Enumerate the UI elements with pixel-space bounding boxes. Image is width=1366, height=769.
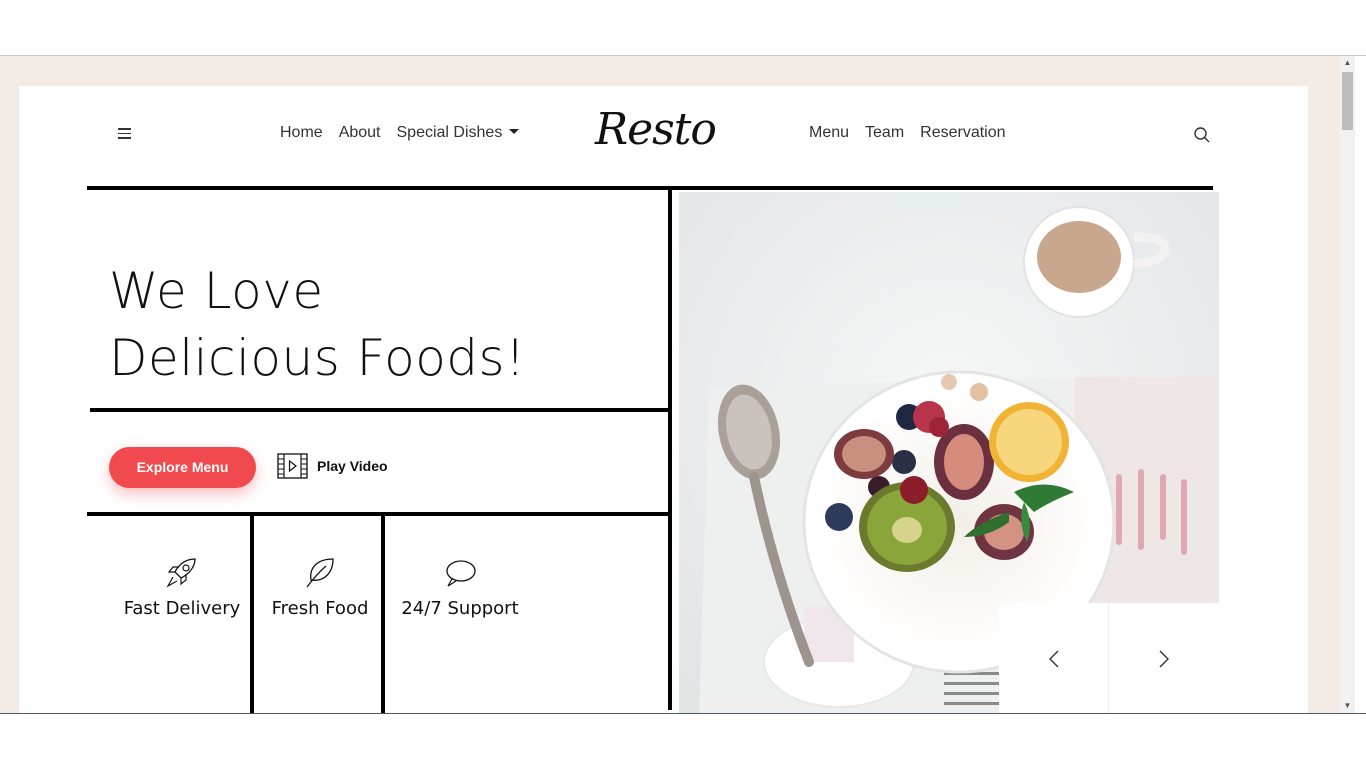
- feature-divider-1: [250, 512, 254, 713]
- nav-item-home[interactable]: Home: [280, 124, 323, 142]
- vertical-scrollbar[interactable]: ▲ ▼: [1340, 56, 1355, 713]
- feature-label-fresh-food: Fresh Food: [271, 598, 369, 619]
- leaf-icon: [306, 558, 334, 588]
- nav-item-special-dishes[interactable]: Special Dishes: [397, 124, 520, 142]
- nav-item-menu[interactable]: Menu: [809, 124, 849, 142]
- scrollbar-thumb[interactable]: [1342, 72, 1353, 130]
- hero-headline-line-2: Delicious Foods!: [109, 329, 526, 387]
- vertical-divider-main: [668, 190, 672, 710]
- chevron-right-icon: [1159, 650, 1169, 668]
- feature-fresh-food: Fresh Food: [255, 556, 385, 619]
- feature-label-support: 24/7 Support: [401, 598, 519, 619]
- chat-bubble-icon: [446, 560, 476, 587]
- search-icon[interactable]: [1193, 126, 1211, 144]
- feature-support: 24/7 Support: [391, 556, 529, 619]
- scroll-down-arrow-icon[interactable]: ▼: [1340, 699, 1355, 713]
- browser-top-bar: [0, 0, 1366, 56]
- hamburger-menu-icon[interactable]: [118, 128, 131, 142]
- hero-card: Home About Special Dishes Resto Menu Tea…: [19, 86, 1308, 713]
- nav-left: Home About Special Dishes: [280, 124, 520, 142]
- feature-label-fast-delivery: Fast Delivery: [123, 598, 241, 619]
- slider-prev-button[interactable]: [999, 603, 1108, 713]
- nav-item-about[interactable]: About: [339, 124, 381, 142]
- scroll-up-arrow-icon[interactable]: ▲: [1340, 56, 1355, 70]
- feature-fast-delivery: Fast Delivery: [115, 556, 249, 619]
- hero-headline-line-1: We Love: [109, 262, 324, 320]
- caret-down-icon: [509, 129, 520, 134]
- page-viewport: Home About Special Dishes Resto Menu Tea…: [0, 56, 1340, 713]
- film-play-icon: [277, 453, 308, 479]
- buttons-divider: [87, 512, 670, 516]
- rocket-icon: [166, 558, 196, 588]
- header-divider: [87, 186, 1213, 190]
- hero-headline: We Love Delicious Foods!: [109, 258, 526, 392]
- nav-right: Menu Team Reservation: [809, 124, 1006, 142]
- headline-divider: [90, 408, 670, 412]
- browser-bottom-bar: [0, 713, 1366, 769]
- nav-item-reservation[interactable]: Reservation: [920, 124, 1005, 142]
- explore-menu-button[interactable]: Explore Menu: [109, 447, 256, 488]
- nav-item-special-dishes-label: Special Dishes: [396, 124, 503, 141]
- play-video-button[interactable]: Play Video: [277, 453, 388, 479]
- slider-next-button[interactable]: [1109, 603, 1218, 713]
- chevron-left-icon: [1048, 650, 1058, 668]
- nav-item-team[interactable]: Team: [865, 124, 904, 142]
- play-video-label: Play Video: [317, 458, 388, 474]
- resto-logo[interactable]: Resto: [595, 100, 719, 160]
- slider-controls: [999, 603, 1219, 713]
